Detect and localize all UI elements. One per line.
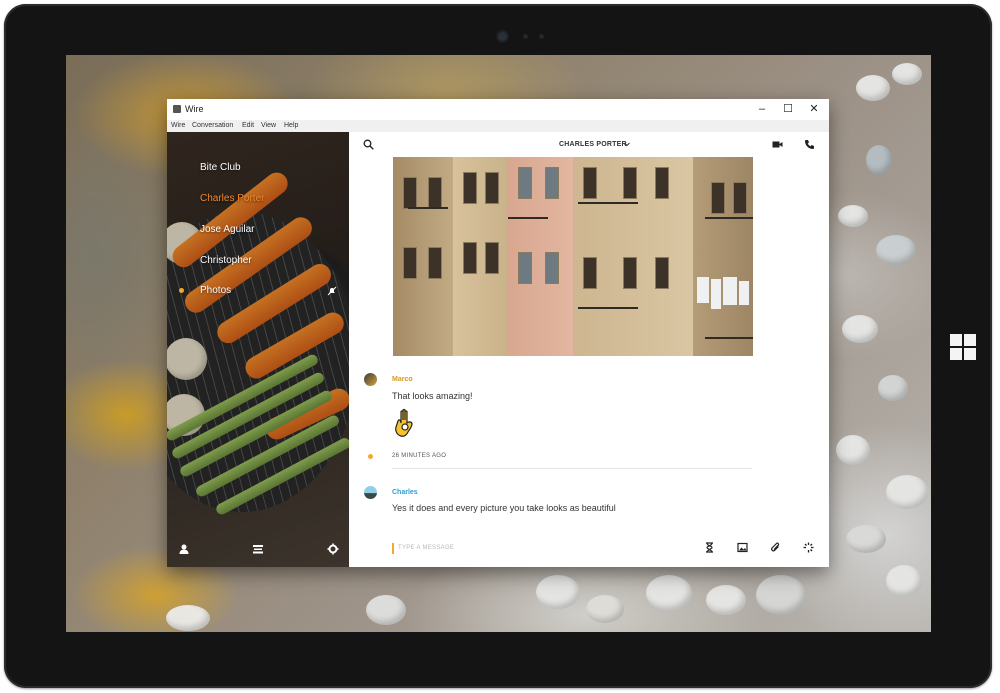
windows-logo-icon[interactable] [950,334,976,360]
window-title: Wire [185,104,204,114]
timestamp-dot [368,454,373,459]
ping-icon[interactable] [803,542,814,553]
close-button[interactable]: ✕ [801,101,827,117]
conversation-item[interactable]: Jose Aguilar [200,224,254,235]
profile-icon[interactable] [178,543,190,555]
sidebar-footer [167,535,349,567]
divider [392,468,752,469]
title-bar: Wire – ☐ ✕ [167,99,829,120]
archive-icon[interactable] [252,543,264,555]
message-text: That looks amazing! [392,391,473,401]
message-author[interactable]: Marco [392,376,413,383]
message-input[interactable]: TYPE A MESSAGE [398,545,454,551]
minimize-button[interactable]: – [749,101,775,117]
camera [498,32,507,41]
ok-hand-emoji-icon [395,408,413,437]
conversation-title[interactable]: CHARLES PORTER [559,141,627,148]
app-window: Wire – ☐ ✕ Wire Conversation Edit View H… [167,99,829,567]
message-timestamp: 26 MINUTES AGO [392,453,447,459]
conversation-item[interactable]: Christopher [200,255,252,266]
avatar[interactable] [364,373,377,386]
conversation-item[interactable]: Bite Club [200,162,241,173]
attach-icon[interactable] [770,542,781,553]
search-icon[interactable] [363,139,374,150]
sensor [539,34,544,39]
message-text: Yes it does and every picture you take l… [392,503,616,513]
conversation-header: CHARLES PORTER [349,132,829,156]
conversation-panel: CHARLES PORTER Marco That looks amazing!… [349,132,829,567]
phone-icon[interactable] [804,139,815,150]
shared-photo[interactable] [393,157,753,356]
avatar[interactable] [364,486,377,499]
timer-icon[interactable] [704,542,715,553]
conversation-item-active[interactable]: Charles Porter [200,193,264,204]
settings-icon[interactable] [327,543,339,555]
menu-edit[interactable]: Edit [242,122,254,129]
menu-conversation[interactable]: Conversation [192,122,233,129]
conversation-sidebar: Bite Club Charles Porter Jose Aguilar Ch… [167,132,349,567]
menu-help[interactable]: Help [284,122,298,129]
sensor [523,34,528,39]
image-icon[interactable] [737,542,748,553]
chevron-down-icon[interactable] [624,142,630,147]
menu-wire[interactable]: Wire [171,122,185,129]
muted-bell-icon[interactable] [327,286,337,296]
video-call-icon[interactable] [772,139,783,150]
message-author[interactable]: Charles [392,489,418,496]
text-cursor [392,543,394,554]
menu-view[interactable]: View [261,122,276,129]
message-composer: TYPE A MESSAGE [349,532,829,567]
unread-indicator [179,288,184,293]
conversation-item[interactable]: Photos [200,285,231,296]
app-icon [173,105,181,113]
maximize-button[interactable]: ☐ [775,101,801,117]
menu-bar: Wire Conversation Edit View Help [167,120,829,132]
